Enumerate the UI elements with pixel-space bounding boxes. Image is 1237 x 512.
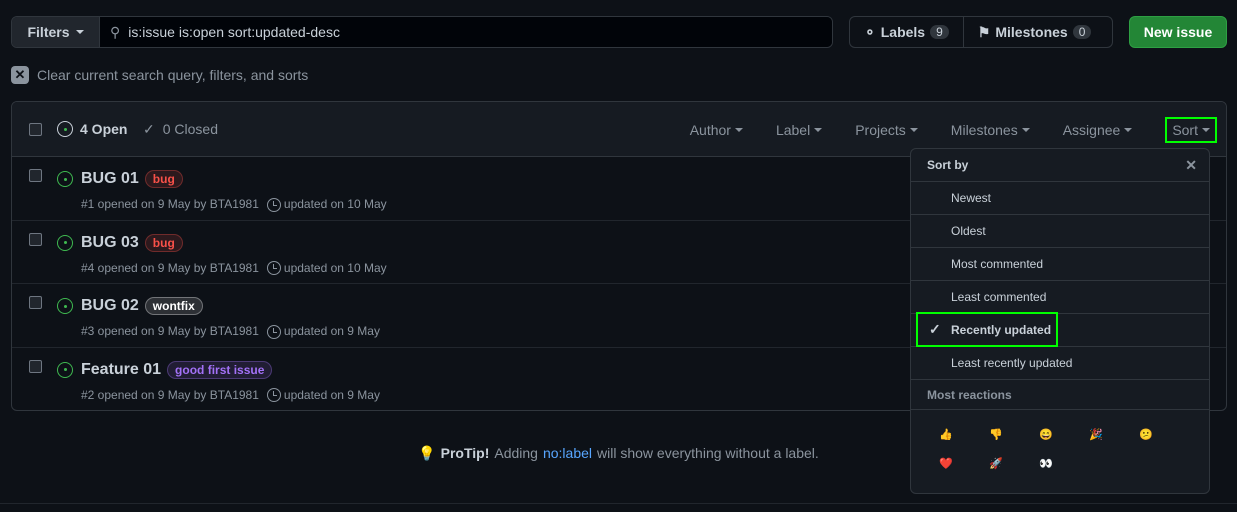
- issue-updated-info: updated on 9 May: [266, 324, 380, 339]
- divider: [0, 503, 1237, 504]
- close-icon[interactable]: ✕: [1185, 157, 1197, 174]
- sort-menu-title: Sort by: [927, 158, 969, 172]
- closed-issues-tab[interactable]: ✓ 0 Closed: [143, 121, 218, 138]
- issue-opened-info: #2 opened on 9 May by BTA1981: [81, 387, 259, 402]
- sort-filter[interactable]: Sort: [1165, 116, 1217, 143]
- no-label-link[interactable]: no:label: [543, 445, 592, 462]
- issue-opened-info: #3 opened on 9 May by BTA1981: [81, 324, 259, 339]
- issue-title-link[interactable]: Feature 01: [81, 361, 161, 379]
- labels-button[interactable]: ⚬ Labels 9: [850, 17, 963, 47]
- milestones-filter[interactable]: Milestones: [951, 122, 1030, 138]
- issue-open-icon: [57, 298, 73, 314]
- issue-checkbox[interactable]: [29, 169, 42, 182]
- protip: 💡 ProTip! Adding no:label will show ever…: [418, 445, 819, 462]
- tag-icon: ⚬: [864, 23, 876, 40]
- issue-updated-info: updated on 9 May: [266, 388, 380, 403]
- search-input[interactable]: ⚲ is:issue is:open sort:updated-desc: [100, 17, 832, 47]
- reaction-option[interactable]: 👎: [971, 428, 1021, 441]
- assignee-filter[interactable]: Assignee: [1063, 122, 1133, 138]
- issue-open-icon: [57, 234, 73, 251]
- issue-title-link[interactable]: BUG 02: [81, 297, 139, 315]
- sort-option[interactable]: Least recently updated: [911, 347, 1209, 380]
- issue-open-icon: [57, 121, 73, 137]
- author-filter[interactable]: Author: [690, 122, 743, 138]
- new-issue-button[interactable]: New issue: [1129, 16, 1227, 48]
- caret-down-icon: [75, 30, 84, 34]
- reaction-option[interactable]: 😄: [1021, 428, 1071, 441]
- check-icon: ✓: [143, 120, 155, 137]
- issue-updated-info: updated on 10 May: [266, 261, 387, 276]
- clear-filters-link[interactable]: ✕ Clear current search query, filters, an…: [11, 66, 308, 84]
- issue-title-link[interactable]: BUG 03: [81, 234, 139, 252]
- reaction-option[interactable]: 😕: [1121, 428, 1171, 441]
- sort-dropdown: Sort by ✕ Newest Oldest Most commented Least…: [910, 148, 1210, 494]
- issue-checkbox[interactable]: [29, 296, 42, 309]
- select-all-checkbox[interactable]: [29, 122, 42, 136]
- reaction-option[interactable]: 👍: [921, 428, 971, 441]
- sort-option[interactable]: Least commented: [911, 281, 1209, 314]
- issue-checkbox[interactable]: [29, 232, 42, 246]
- issue-open-icon: [57, 361, 73, 378]
- sort-option[interactable]: Oldest: [911, 215, 1209, 248]
- issue-open-icon: [57, 171, 73, 187]
- clock-icon: [266, 388, 281, 403]
- issue-title-link[interactable]: BUG 01: [81, 170, 139, 188]
- open-issues-tab[interactable]: 4 Open: [57, 121, 127, 137]
- highlight-box: [916, 312, 1058, 347]
- reaction-option[interactable]: 🎉: [1071, 428, 1121, 441]
- clock-icon: [266, 197, 281, 212]
- milestones-button[interactable]: ⚑ Milestones 0: [962, 17, 1106, 47]
- sort-option[interactable]: Newest: [911, 182, 1209, 215]
- issue-checkbox[interactable]: [29, 359, 42, 373]
- issue-updated-info: updated on 10 May: [266, 197, 387, 212]
- search-icon: ⚲: [110, 23, 121, 40]
- projects-filter[interactable]: Projects: [855, 122, 918, 138]
- reactions-heading: Most reactions: [911, 380, 1209, 410]
- close-icon: ✕: [11, 66, 29, 84]
- sort-option[interactable]: ✓ Recently updated: [911, 312, 1209, 347]
- clock-icon: [266, 324, 281, 339]
- issue-label[interactable]: wontfix: [144, 297, 203, 315]
- labels-milestones-group: ⚬ Labels 9 ⚑ Milestones 0: [849, 16, 1113, 48]
- label-filter[interactable]: Label: [776, 122, 823, 138]
- clock-icon: [266, 261, 281, 276]
- issue-label[interactable]: good first issue: [167, 360, 273, 379]
- search-bar: Filters ⚲ is:issue is:open sort:updated-d…: [11, 16, 833, 48]
- issue-opened-info: #1 opened on 9 May by BTA1981: [81, 197, 259, 212]
- issue-label[interactable]: bug: [144, 170, 183, 188]
- issue-label[interactable]: bug: [144, 233, 183, 252]
- filters-button[interactable]: Filters: [12, 17, 100, 47]
- sort-option[interactable]: Most commented: [911, 248, 1209, 281]
- milestone-icon: ⚑: [977, 23, 991, 40]
- lightbulb-icon: 💡: [418, 445, 436, 461]
- issue-opened-info: #4 opened on 9 May by BTA1981: [81, 260, 259, 275]
